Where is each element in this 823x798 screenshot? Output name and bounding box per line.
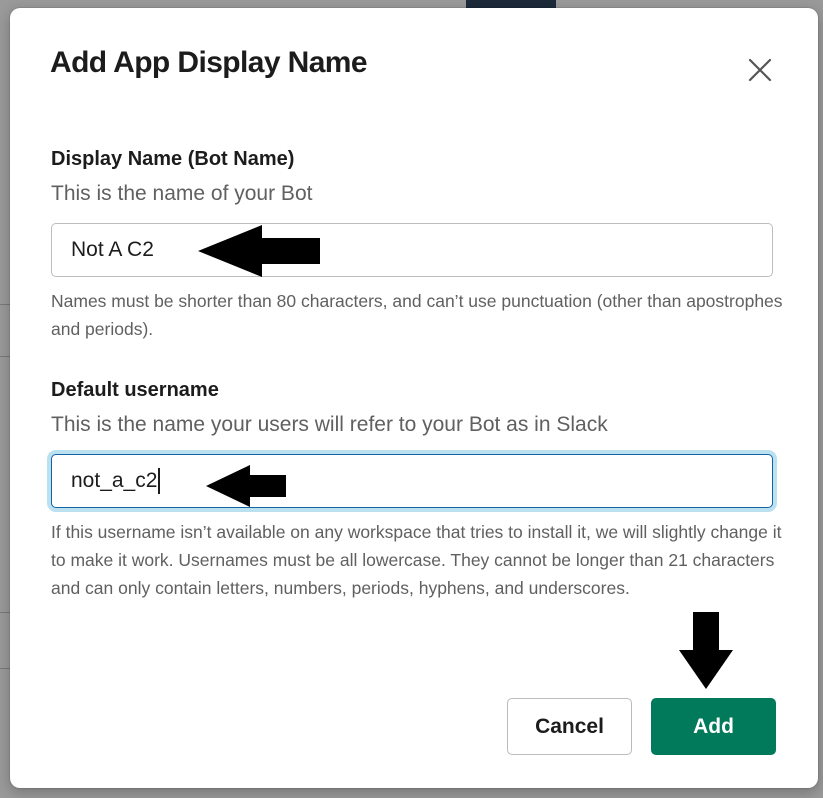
username-label: Default username xyxy=(51,379,219,401)
down-arrow-icon xyxy=(679,612,733,689)
display-name-input[interactable]: Not A C2 xyxy=(51,223,773,277)
left-arrow-icon xyxy=(206,465,286,507)
username-value: not_a_c2 xyxy=(71,469,158,492)
display-name-value: Not A C2 xyxy=(71,238,154,261)
display-name-note: Names must be shorter than 80 characters… xyxy=(51,291,783,339)
cancel-button[interactable]: Cancel xyxy=(507,698,632,755)
username-help: This is the name your users will refer t… xyxy=(51,413,608,436)
display-name-label: Display Name (Bot Name) xyxy=(51,148,295,170)
close-button[interactable] xyxy=(742,52,778,88)
add-app-display-name-dialog: Add App Display Name Display Name (Bot N… xyxy=(10,8,818,788)
add-button[interactable]: Add xyxy=(651,698,776,755)
display-name-help: This is the name of your Bot xyxy=(51,182,313,205)
close-icon xyxy=(748,58,772,82)
text-caret xyxy=(158,468,160,494)
left-arrow-icon xyxy=(198,225,320,277)
dialog-title: Add App Display Name xyxy=(50,46,368,79)
username-input[interactable]: not_a_c2 xyxy=(51,454,773,508)
username-note: If this username isn’t available on any … xyxy=(51,522,782,598)
